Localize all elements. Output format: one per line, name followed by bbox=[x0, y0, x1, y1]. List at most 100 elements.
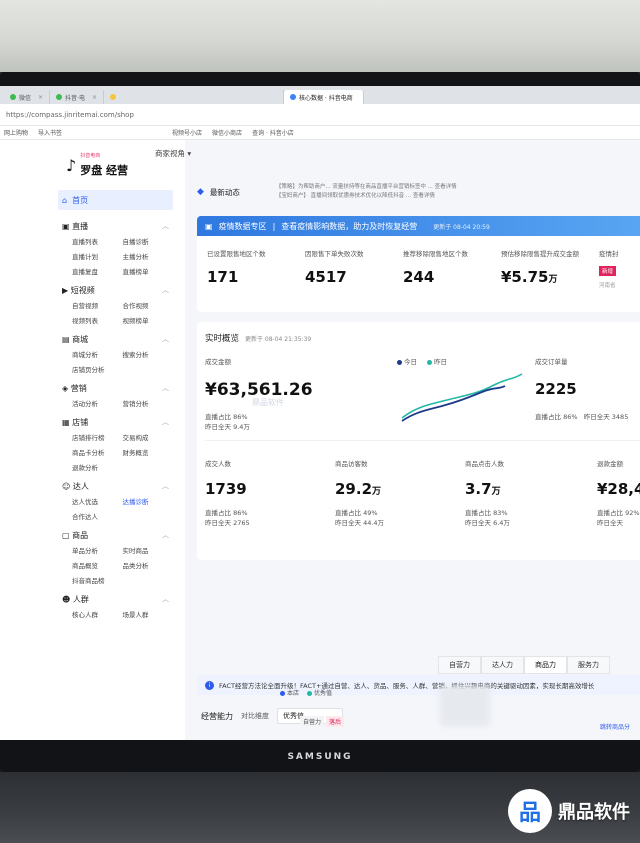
metric-orders[interactable]: 成交订单量 2225 直播占比 86% 昨日全天 3485 bbox=[535, 356, 628, 422]
sidebar-item[interactable]: 主播分析 bbox=[123, 251, 174, 261]
group-label: 商品 bbox=[72, 530, 89, 540]
tab-influencer[interactable]: 达人力 bbox=[481, 656, 524, 674]
sidebar-item[interactable]: 直播列表 bbox=[72, 236, 123, 246]
watermark-logo: 品 鼎品软件 bbox=[508, 789, 630, 833]
sidebar-item[interactable]: 自营视频 bbox=[72, 300, 123, 310]
metric-clicks[interactable]: 商品点击人数 3.7万 直播占比 83% 昨日全天 6.4万 bbox=[465, 458, 510, 528]
sidebar-item[interactable]: 实时商品 bbox=[123, 545, 174, 555]
sidebar-group-influencer: ☺ 达人 ︿ 达人优选 达播诊断 合作达人 bbox=[58, 478, 174, 522]
ability-tabs: 自营力 达人力 商品力 服务力 bbox=[438, 656, 610, 674]
address-bar[interactable]: https://compass.jinritemai.com/shop bbox=[0, 104, 640, 126]
sidebar-group-title[interactable]: ▣ 直播 ︿ bbox=[58, 218, 173, 234]
sidebar-item[interactable]: 直播复盘 bbox=[72, 266, 123, 276]
sidebar-group-mall: ▤ 商城 ︿ 商城分析 搜索分析 店铺页分析 bbox=[58, 331, 174, 375]
sidebar-item[interactable]: 直播计划 bbox=[72, 251, 123, 261]
tab-label: 核心数据 · 抖音电商 bbox=[299, 94, 353, 102]
sidebar-item[interactable]: 商品概览 bbox=[72, 560, 123, 570]
fact-notice[interactable]: i FACT经营方法论全面升级！FACT+通过自营、达人、货品、服务、人群、营销… bbox=[197, 675, 640, 695]
sidebar-group-title[interactable]: ☺ 达人 ︿ bbox=[58, 478, 173, 494]
sidebar-item[interactable]: 品类分析 bbox=[123, 560, 174, 570]
sidebar-item[interactable]: 营销分析 bbox=[123, 398, 174, 408]
sidebar-item[interactable]: 视频榜单 bbox=[123, 315, 174, 325]
sidebar-group-title[interactable]: ▤ 商城 ︿ bbox=[58, 331, 173, 347]
brand-logo[interactable]: ♪ 抖音电商 罗盘 经营 bbox=[66, 152, 128, 178]
bookmark-item[interactable]: 查询 · 抖音小店 bbox=[252, 128, 294, 137]
chevron-up-icon: ︿ bbox=[162, 286, 169, 294]
metric-value: 2225 bbox=[535, 380, 577, 398]
tab-other[interactable] bbox=[104, 90, 284, 104]
tab-wechat[interactable]: 微信 × bbox=[4, 90, 51, 104]
jump-link[interactable]: 跳转商品分 bbox=[600, 722, 630, 731]
tab-service[interactable]: 服务力 bbox=[567, 656, 610, 674]
sidebar-item[interactable]: 视频列表 bbox=[72, 315, 123, 325]
news-ticker[interactable]: 【策略】为帮助商户... 流量扶持等在商品直播平台营销标签中 ... 查看详情 … bbox=[276, 183, 457, 201]
tab-douyin[interactable]: 抖音·电 × bbox=[50, 90, 104, 104]
sidebar-item[interactable]: 合作视频 bbox=[123, 300, 174, 310]
tab-product[interactable]: 商品力 bbox=[524, 656, 567, 674]
bookmark-item[interactable]: 微信小商店 bbox=[212, 128, 242, 137]
sidebar-item[interactable]: 合作达人 bbox=[72, 511, 123, 521]
metric-label: 已设置限售地区个数 bbox=[207, 250, 266, 258]
legend-store[interactable]: 本店 bbox=[280, 688, 299, 697]
sidebar-item[interactable]: 直播榜单 bbox=[123, 266, 174, 276]
close-icon[interactable]: × bbox=[92, 94, 97, 101]
notice-text: FACT经营方法论全面升级！FACT+通过自营、达人、货品、服务、人群、营销，抓… bbox=[219, 682, 595, 690]
metric-card[interactable]: 预估移除限售提升成交金额 ¥5.75万 bbox=[501, 248, 593, 289]
metric-card[interactable]: 推荐移除限售地区个数 244 bbox=[403, 248, 495, 289]
metric-label: 成交人数 bbox=[205, 460, 231, 468]
background-wall bbox=[0, 0, 640, 72]
metric-value: ¥5.75万 bbox=[501, 268, 558, 286]
metric-label: 成交订单量 bbox=[535, 358, 568, 366]
sidebar-item[interactable]: 财务概览 bbox=[123, 447, 174, 457]
chevron-up-icon: ︿ bbox=[162, 482, 169, 490]
chart-legend: 今日 昨日 bbox=[397, 356, 447, 366]
metric-card[interactable]: 已设置限售地区个数 171 bbox=[207, 248, 299, 289]
tab-self-operated[interactable]: 自营力 bbox=[438, 656, 481, 674]
sidebar-group-title[interactable]: ◈ 营销 ︿ bbox=[58, 380, 173, 396]
metric-value: 1739 bbox=[205, 480, 247, 498]
news-bar: ◆ 最新动态 【策略】为帮助商户... 流量扶持等在商品直播平台营销标签中 ..… bbox=[197, 180, 637, 204]
sidebar-item[interactable]: 达播诊断 bbox=[123, 496, 174, 506]
sidebar-item-home[interactable]: ⌂ 首页 bbox=[58, 190, 173, 210]
metric-gmv[interactable]: 成交金额 ¥63,561.26 直播占比 86% 昨日全天 9.4万 bbox=[205, 356, 313, 432]
sidebar-item[interactable]: 搜索分析 bbox=[123, 349, 174, 359]
sidebar-item[interactable]: 商品卡分析 bbox=[72, 447, 123, 457]
sidebar-item[interactable]: 抖音商品榜 bbox=[72, 575, 123, 585]
tab-core-data[interactable]: 核心数据 · 抖音电商 bbox=[284, 90, 364, 104]
metric-visitors[interactable]: 商品访客数 29.2万 直播占比 49% 昨日全天 44.4万 bbox=[335, 458, 384, 528]
sidebar-group-title[interactable]: ☻ 人群 ︿ bbox=[58, 591, 173, 607]
legend-yesterday[interactable]: 昨日 bbox=[427, 356, 447, 366]
merchant-view-switch[interactable]: 商家视角 ▾ bbox=[155, 148, 191, 159]
metric-sub: 直播占比 92% bbox=[597, 509, 640, 517]
sidebar-group-title[interactable]: ▢ 商品 ︿ bbox=[58, 527, 173, 543]
bookmark-item[interactable]: 视频号小店 bbox=[172, 128, 202, 137]
metric-sub-row: 直播占比 86% 昨日全天 3485 bbox=[535, 412, 628, 422]
sidebar-item[interactable]: 单品分析 bbox=[72, 545, 123, 555]
sidebar-item[interactable]: 活动分析 bbox=[72, 398, 123, 408]
sidebar-group-title[interactable]: ▶ 短视频 ︿ bbox=[58, 282, 173, 298]
tag-label: 自营力 bbox=[300, 716, 325, 727]
close-icon[interactable]: × bbox=[38, 94, 43, 101]
bookmark-item[interactable]: 导入书签 bbox=[38, 128, 62, 137]
legend-excellent[interactable]: 优秀值 bbox=[307, 688, 332, 697]
sidebar-item[interactable]: 场景人群 bbox=[123, 609, 174, 619]
sidebar-item[interactable]: 商城分析 bbox=[72, 349, 123, 359]
sidebar-item[interactable]: 自播诊断 bbox=[123, 236, 174, 246]
sidebar-item[interactable]: 店铺排行榜 bbox=[72, 432, 123, 442]
sidebar-item[interactable]: 核心人群 bbox=[72, 609, 123, 619]
group-label: 店铺 bbox=[72, 417, 89, 427]
megaphone-icon: ◈ bbox=[62, 383, 71, 393]
bookmark-item[interactable]: 网上购物 bbox=[4, 128, 28, 137]
sidebar-item[interactable]: 达人优选 bbox=[72, 496, 123, 506]
metric-card[interactable]: 因限售下单失败次数 4517 bbox=[305, 248, 397, 289]
sidebar-item[interactable]: 店铺页分析 bbox=[72, 364, 123, 374]
sidebar-item[interactable]: 退款分析 bbox=[72, 462, 123, 472]
legend-today[interactable]: 今日 bbox=[397, 356, 417, 366]
metric-card[interactable]: 疫情封 新增 河南省 bbox=[599, 248, 639, 289]
sidebar-group-title[interactable]: ▦ 店铺 ︿ bbox=[58, 414, 173, 430]
brand-logo-icon: 品 bbox=[508, 789, 552, 833]
sidebar-item[interactable]: 交易构成 bbox=[123, 432, 174, 442]
shield-icon: ▣ bbox=[205, 221, 213, 231]
metric-buyers[interactable]: 成交人数 1739 直播占比 86% 昨日全天 2765 bbox=[205, 458, 250, 528]
metric-refund[interactable]: 退款金额 ¥28,44 直播占比 92% 昨日全天 bbox=[597, 458, 640, 528]
